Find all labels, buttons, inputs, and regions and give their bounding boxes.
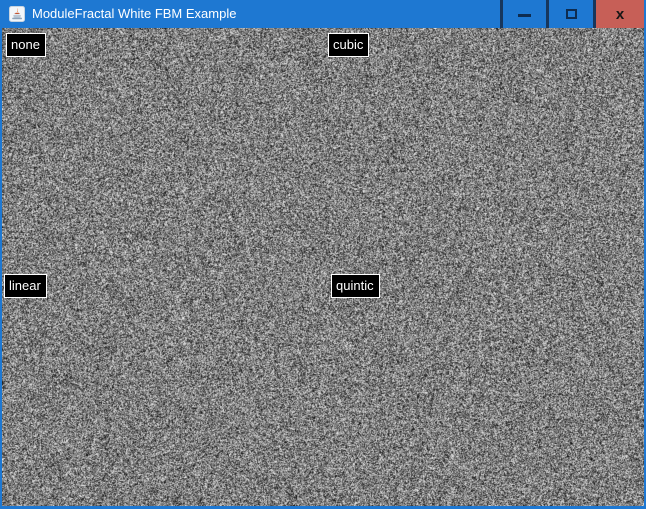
noise-viewport: none cubic linear quintic [2, 28, 644, 506]
window-title: ModuleFractal White FBM Example [32, 0, 236, 28]
noise-canvas [2, 28, 644, 506]
titlebar[interactable]: ModuleFractal White FBM Example x [2, 0, 644, 28]
minimize-icon [518, 14, 531, 17]
label-none: none [6, 33, 46, 57]
label-quintic: quintic [331, 274, 380, 298]
close-icon: x [616, 7, 624, 22]
label-linear: linear [4, 274, 47, 298]
java-coffee-cup-icon [9, 6, 25, 22]
close-button[interactable]: x [596, 0, 644, 28]
maximize-button[interactable] [549, 0, 593, 28]
app-window: ModuleFractal White FBM Example x none c… [0, 0, 646, 509]
minimize-button[interactable] [503, 0, 546, 28]
label-cubic: cubic [328, 33, 369, 57]
window-controls: x [500, 0, 644, 28]
maximize-icon [566, 9, 577, 19]
